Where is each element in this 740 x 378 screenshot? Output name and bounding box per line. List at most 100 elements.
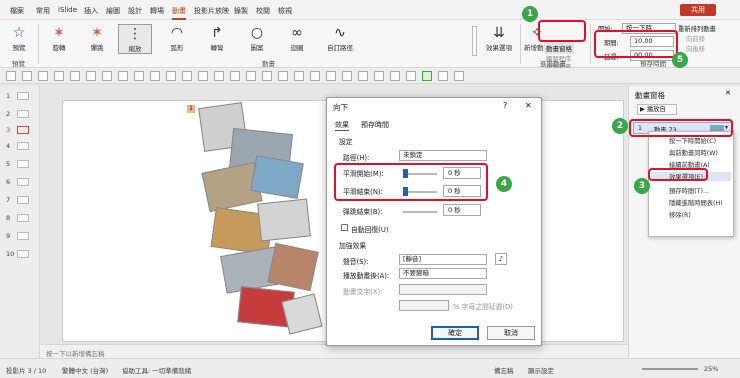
- tab-view[interactable]: 檢視: [278, 6, 292, 16]
- save-icon[interactable]: [6, 71, 16, 81]
- tab-animations[interactable]: 動畫: [172, 6, 186, 20]
- slide-thumb-10[interactable]: [17, 250, 29, 258]
- toolbar-icon[interactable]: [374, 71, 384, 81]
- effect-bounce-button[interactable]: ✶ 彈跳: [80, 24, 114, 52]
- collage-photo[interactable]: [257, 198, 311, 242]
- slide-thumb-2[interactable]: [17, 110, 29, 118]
- toolbar-icon[interactable]: [390, 71, 400, 81]
- tab-record[interactable]: 錄製: [234, 6, 248, 16]
- toolbar-icon[interactable]: [262, 71, 272, 81]
- accessibility-status[interactable]: 協助工具: 一切準備就緒: [122, 365, 191, 375]
- ok-button[interactable]: 確定: [431, 326, 479, 340]
- toolbar-icon[interactable]: [134, 71, 144, 81]
- play-from-button[interactable]: ▶ 播放自: [637, 104, 677, 115]
- toolbar-icon[interactable]: [198, 71, 208, 81]
- gallery-scroll[interactable]: [472, 26, 477, 56]
- slide-thumb-4[interactable]: [17, 142, 29, 150]
- tab-design[interactable]: 設計: [128, 6, 142, 16]
- slide-thumb-9[interactable]: [17, 232, 29, 240]
- tab-home[interactable]: 常用: [36, 6, 50, 16]
- undo-icon[interactable]: [22, 71, 32, 81]
- toolbar-icon[interactable]: [214, 71, 224, 81]
- animation-pane-button[interactable]: 動畫窗格: [544, 42, 574, 54]
- bounce-spinner[interactable]: 0 秒: [443, 204, 481, 216]
- toolbar-icon[interactable]: [438, 71, 448, 81]
- share-button[interactable]: 共用: [680, 4, 716, 16]
- tab-timing[interactable]: 預存時間: [361, 120, 389, 130]
- start-show-icon[interactable]: [54, 71, 64, 81]
- menu-item-hide-timeline[interactable]: 隱藏進階時間表(H): [669, 198, 723, 207]
- toolbar-icon[interactable]: [118, 71, 128, 81]
- effect-shape-button[interactable]: ○ 圖案: [240, 24, 274, 52]
- zoom-slider[interactable]: [642, 368, 698, 370]
- menu-item-on-click[interactable]: 按一下時開始(C): [669, 136, 716, 145]
- toolbar-icon[interactable]: [86, 71, 96, 81]
- slide-thumb-3[interactable]: [17, 126, 29, 134]
- toolbar-icon[interactable]: [406, 71, 416, 81]
- after-animation-dropdown[interactable]: 不要變暗: [399, 268, 487, 279]
- tab-file[interactable]: 檔案: [10, 6, 24, 16]
- speaker-icon[interactable]: ♪: [495, 253, 507, 265]
- close-button[interactable]: ✕: [525, 101, 532, 110]
- redo-icon[interactable]: [38, 71, 48, 81]
- toolbar-icon[interactable]: [422, 71, 432, 81]
- toolbar-icon[interactable]: [326, 71, 336, 81]
- tab-slideshow[interactable]: 投影片放映: [194, 6, 229, 16]
- toolbar-icon[interactable]: [278, 71, 288, 81]
- notes-placeholder: 按一下以新增備忘稿: [46, 350, 105, 358]
- move-earlier-button[interactable]: 向前移: [686, 34, 705, 43]
- bounce-slider[interactable]: [403, 211, 437, 213]
- toolbar-icon[interactable]: [182, 71, 192, 81]
- toolbar-icon[interactable]: [150, 71, 160, 81]
- tab-effect[interactable]: 效果: [335, 120, 349, 131]
- toolbar-icon[interactable]: [342, 71, 352, 81]
- language-status[interactable]: 繁體中文 (台灣): [62, 365, 108, 375]
- toolbar-icon[interactable]: [246, 71, 256, 81]
- effect-custom-button[interactable]: ∿ 自訂路徑: [320, 24, 360, 52]
- pane-close-icon[interactable]: ✕: [725, 89, 731, 97]
- toolbar-icon[interactable]: [358, 71, 368, 81]
- menu-item-remove[interactable]: 移除(R): [669, 210, 691, 219]
- slide-thumb-7[interactable]: [17, 196, 29, 204]
- effect-arc-button[interactable]: ◠ 弧形: [160, 24, 194, 52]
- toolbar-icon[interactable]: [166, 71, 176, 81]
- sound-dropdown[interactable]: [靜音]: [399, 254, 487, 265]
- slide-thumb-1[interactable]: [17, 92, 29, 100]
- toolbar-icon[interactable]: [310, 71, 320, 81]
- toolbar-icon[interactable]: [294, 71, 304, 81]
- slide-thumb-5[interactable]: [17, 160, 29, 168]
- move-later-button[interactable]: 向後移: [686, 44, 705, 53]
- display-settings-button[interactable]: 顯示設定: [528, 365, 554, 375]
- cancel-button[interactable]: 取消: [487, 326, 535, 340]
- animate-text-dropdown: [399, 284, 487, 295]
- tab-islide[interactable]: iSlide: [58, 6, 77, 14]
- notes-pane[interactable]: 按一下以新增備忘稿: [40, 344, 628, 358]
- bounce-effect-icon: ✶: [91, 25, 103, 41]
- effect-options-button[interactable]: ⇊ 效果選項: [480, 24, 518, 52]
- collage-photo[interactable]: [281, 293, 323, 335]
- toolbar-icon[interactable]: [230, 71, 240, 81]
- effect-loop-button[interactable]: ∞ 迴圈: [280, 24, 314, 52]
- loop-path-icon: ∞: [291, 25, 303, 41]
- auto-reverse-checkbox[interactable]: [341, 224, 348, 231]
- slide-thumb-8[interactable]: [17, 214, 29, 222]
- zoom-level[interactable]: 25%: [704, 365, 718, 373]
- notes-button[interactable]: 備忘稿: [494, 365, 514, 375]
- help-button[interactable]: ?: [503, 101, 507, 110]
- tab-review[interactable]: 校閱: [256, 6, 270, 16]
- slide-thumb-6[interactable]: [17, 178, 29, 186]
- effect-spin-button[interactable]: ✶ 旋轉: [42, 24, 76, 52]
- effect-turn-button[interactable]: ↱ 轉彎: [200, 24, 234, 52]
- toolbar-icon[interactable]: [70, 71, 80, 81]
- preview-button[interactable]: ☆ 預覽: [2, 24, 36, 52]
- path-dropdown[interactable]: 未鎖定: [399, 150, 487, 161]
- menu-item-with-previous[interactable]: 與前動畫同時(W): [669, 148, 718, 157]
- tab-insert[interactable]: 插入: [84, 6, 98, 16]
- tab-draw[interactable]: 繪圖: [106, 6, 120, 16]
- toolbar-icon[interactable]: [102, 71, 112, 81]
- tab-transitions[interactable]: 轉場: [150, 6, 164, 16]
- thumb-number: 2: [6, 110, 11, 118]
- toolbar-icon[interactable]: [454, 71, 464, 81]
- effect-lines-button[interactable]: ⋮ 縮放: [118, 24, 152, 54]
- menu-item-timing[interactable]: 預存時間(T)...: [669, 186, 709, 195]
